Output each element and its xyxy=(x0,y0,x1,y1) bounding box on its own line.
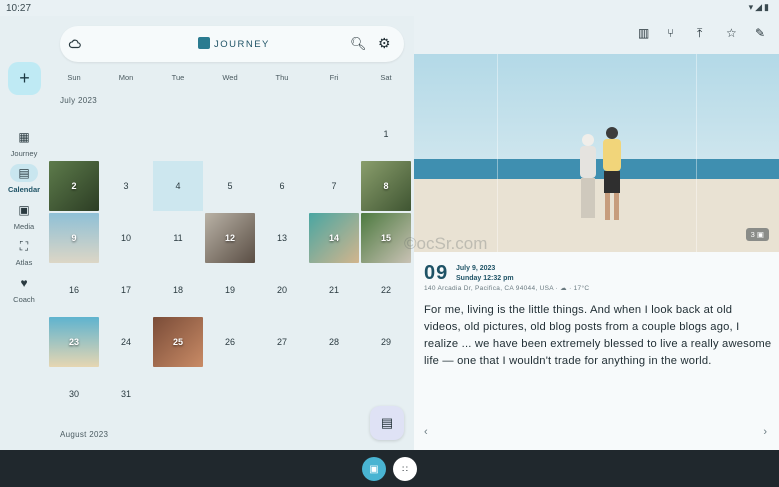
calendar-day[interactable]: 29 xyxy=(361,317,411,367)
entry-detail-panel: ▥ ⑂ ⤒ ☆ ✎ 3 ▣ 09 July 9, 2023 Sunday 12:… xyxy=(404,16,779,450)
top-search-bar: JOURNEY 🔍︎ ⚙ xyxy=(60,26,404,62)
journey-app-icon[interactable]: ▣ xyxy=(362,457,386,481)
app-drawer-icon[interactable]: ∷ xyxy=(393,457,417,481)
calendar-day[interactable]: 14 xyxy=(309,213,359,263)
weekday-label: Mon xyxy=(118,73,134,82)
rail-item-journey[interactable]: ▦ Journey xyxy=(0,128,48,158)
calendar-day[interactable]: 5 xyxy=(205,161,255,211)
map-icon: ⛶ xyxy=(19,239,29,253)
share-icon[interactable]: ⑂ xyxy=(667,26,674,40)
rail-item-label: Media xyxy=(13,222,35,231)
weekday-label: Sat xyxy=(380,73,392,82)
month-label-current: July 2023 xyxy=(60,96,97,105)
status-bar: 10:27 ▾◢▮ xyxy=(0,0,779,16)
entry-date: 09 July 9, 2023 Sunday 12:32 pm xyxy=(424,262,514,285)
weekday-label: Thu xyxy=(275,73,289,82)
rail-item-coach[interactable]: ♥ Coach xyxy=(0,274,48,304)
cloud-sync-icon[interactable] xyxy=(68,37,82,51)
calendar-day[interactable]: 20 xyxy=(257,265,307,315)
calendar-day[interactable]: 31 xyxy=(101,369,151,419)
weekday-label: Wed xyxy=(222,73,238,82)
month-label-next: August 2023 xyxy=(60,430,109,439)
weekday-label: Sun xyxy=(67,73,81,82)
rail-item-calendar[interactable]: ▤ Calendar xyxy=(0,164,48,194)
watermark: ©ocSr.com xyxy=(404,234,488,253)
calendar-day[interactable]: 10 xyxy=(101,213,151,263)
calendar-day[interactable]: 7 xyxy=(309,161,359,211)
photo-count-badge: 3 ▣ xyxy=(745,228,769,241)
calendar-day[interactable]: 6 xyxy=(257,161,307,211)
journey-logo-icon: ▣ xyxy=(369,463,379,475)
calendar-day[interactable]: 18 xyxy=(153,265,203,315)
weekday-label: Tue xyxy=(171,73,185,82)
map-icon[interactable]: ▥ xyxy=(638,26,649,40)
weekday-label: Fri xyxy=(329,73,339,82)
export-icon[interactable]: ⤒ xyxy=(697,26,702,41)
entry-photo[interactable]: 3 ▣ xyxy=(414,54,779,252)
star-icon[interactable]: ☆ xyxy=(726,26,737,40)
app-brand: JOURNEY xyxy=(198,37,270,50)
photo-person xyxy=(603,127,621,220)
entry-date-line: July 9, 2023 xyxy=(456,265,496,272)
navigation-rail: + ▦ Journey ▤ Calendar ▣ Media ⛶ Atlas ♥… xyxy=(0,16,48,450)
calendar-day[interactable]: 24 xyxy=(101,317,151,367)
grid-dots-icon: ∷ xyxy=(402,463,408,474)
rail-item-label: Calendar xyxy=(7,185,41,194)
calendar-day[interactable]: 8 xyxy=(361,161,411,211)
camera-icon: ▣ xyxy=(756,230,764,239)
weekday-header: Sun Mon Tue Wed Thu Fri Sat xyxy=(48,73,414,85)
entry-location: 140 Arcadia Dr, Pacifica, CA 94044, USA … xyxy=(424,285,590,292)
entry-body: For me, living is the little things. And… xyxy=(424,304,772,367)
calendar-day[interactable]: 25 xyxy=(153,317,203,367)
calendar-day[interactable]: 30 xyxy=(49,369,99,419)
edit-icon[interactable]: ✎ xyxy=(755,26,765,40)
calendar-day[interactable]: 2 xyxy=(49,161,99,211)
calendar-day[interactable]: 26 xyxy=(205,317,255,367)
brand-name: JOURNEY xyxy=(214,39,270,50)
add-entry-button[interactable]: + xyxy=(8,62,41,95)
calendar-day[interactable]: 11 xyxy=(153,213,203,263)
photo-person xyxy=(580,134,596,218)
calendar-day[interactable]: 22 xyxy=(361,265,411,315)
plus-icon: + xyxy=(19,68,30,88)
rail-item-label: Atlas xyxy=(15,258,33,267)
jump-to-date-button[interactable]: ▤ xyxy=(370,406,404,440)
next-entry-icon[interactable]: › xyxy=(763,426,767,438)
calendar-day[interactable]: 16 xyxy=(49,265,99,315)
calendar-day[interactable]: 9 xyxy=(49,213,99,263)
photo-count: 3 xyxy=(750,230,755,239)
rail-item-label: Coach xyxy=(13,295,35,304)
calendar-day[interactable]: 3 xyxy=(101,161,151,211)
journey-logo-icon xyxy=(198,37,210,49)
calendar-day[interactable]: 1 xyxy=(361,109,411,159)
rail-item-media[interactable]: ▣ Media xyxy=(0,201,48,231)
calendar-day[interactable]: 28 xyxy=(309,317,359,367)
calendar-day[interactable]: 21 xyxy=(309,265,359,315)
calendar-day[interactable]: 23 xyxy=(49,317,99,367)
calendar-day[interactable]: 17 xyxy=(101,265,151,315)
status-time: 10:27 xyxy=(6,3,32,14)
media-icon: ▣ xyxy=(18,203,30,217)
heart-icon: ♥ xyxy=(20,276,28,290)
search-icon[interactable]: 🔍︎ xyxy=(350,36,367,52)
status-icons: ▾◢▮ xyxy=(748,2,771,12)
system-taskbar: ▣ ∷ xyxy=(0,450,779,487)
entry-date-meta: July 9, 2023 Sunday 12:32 pm xyxy=(456,264,606,284)
calendar-panel: JOURNEY 🔍︎ ⚙ Sun Mon Tue Wed Thu Fri Sat… xyxy=(48,16,414,450)
calendar-icon: ▤ xyxy=(10,164,38,182)
calendar-day[interactable]: 27 xyxy=(257,317,307,367)
entry-toolbar: ▥ ⑂ ⤒ ☆ ✎ xyxy=(414,16,779,54)
entry-time-line: Sunday 12:32 pm xyxy=(456,275,514,282)
journey-icon: ▦ xyxy=(18,130,30,144)
calendar-day[interactable]: 19 xyxy=(205,265,255,315)
previous-entry-icon[interactable]: ‹ xyxy=(424,426,428,438)
calendar-day[interactable]: 4 xyxy=(153,161,203,211)
gear-icon[interactable]: ⚙ xyxy=(378,35,391,52)
entry-day: 09 xyxy=(424,262,449,284)
rail-item-atlas[interactable]: ⛶ Atlas xyxy=(0,237,48,267)
rail-item-label: Journey xyxy=(10,149,38,158)
calendar-icon: ▤ xyxy=(380,415,394,430)
calendar-day[interactable]: 13 xyxy=(257,213,307,263)
calendar-day[interactable]: 12 xyxy=(205,213,255,263)
